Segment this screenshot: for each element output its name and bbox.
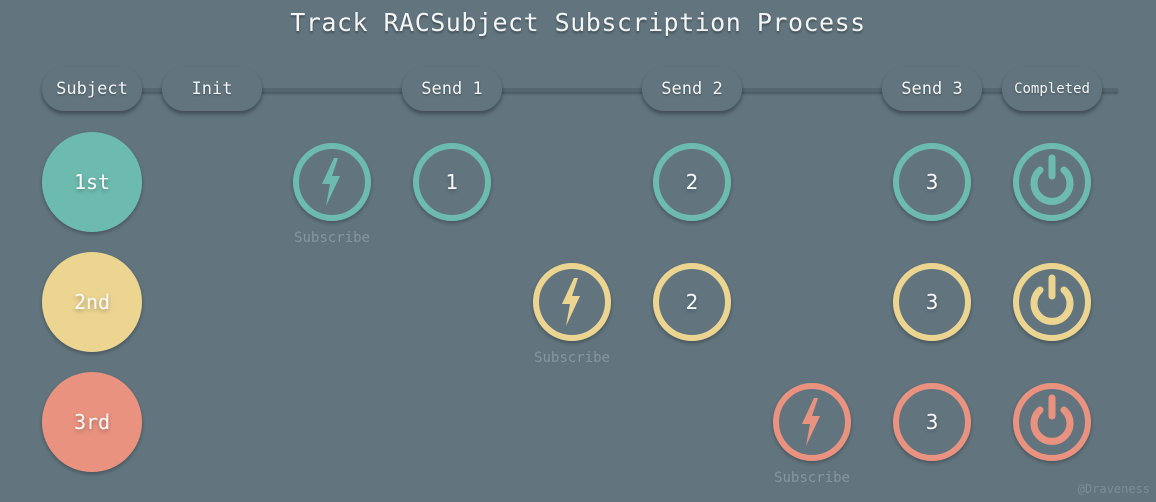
subscriber-row-1: 1st Subscribe 1 2 3 <box>42 132 1118 246</box>
subscriber-label: 3rd <box>74 410 110 434</box>
value-label: 1 <box>446 170 459 194</box>
watermark: @Draveness <box>1077 482 1150 496</box>
subscription-diagram: 1st Subscribe 1 2 3 2nd Subscribe 2 3 3rd Subscrib… <box>42 132 1118 486</box>
subscriber-label: 1st <box>74 170 110 194</box>
value-label: 3 <box>926 290 939 314</box>
value-label: 3 <box>926 410 939 434</box>
subscriber-row-2: 2nd Subscribe 2 3 <box>42 252 1118 366</box>
subscriber-label: 2nd <box>74 290 110 314</box>
value-label: 3 <box>926 170 939 194</box>
subscribe-label: Subscribe <box>534 350 610 366</box>
value-label: 2 <box>686 170 699 194</box>
subscriber-row-3: 3rd Subscribe 3 <box>42 372 1118 486</box>
value-label: 2 <box>686 290 699 314</box>
subscribe-label: Subscribe <box>774 470 850 486</box>
subscribe-label: Subscribe <box>294 230 370 246</box>
